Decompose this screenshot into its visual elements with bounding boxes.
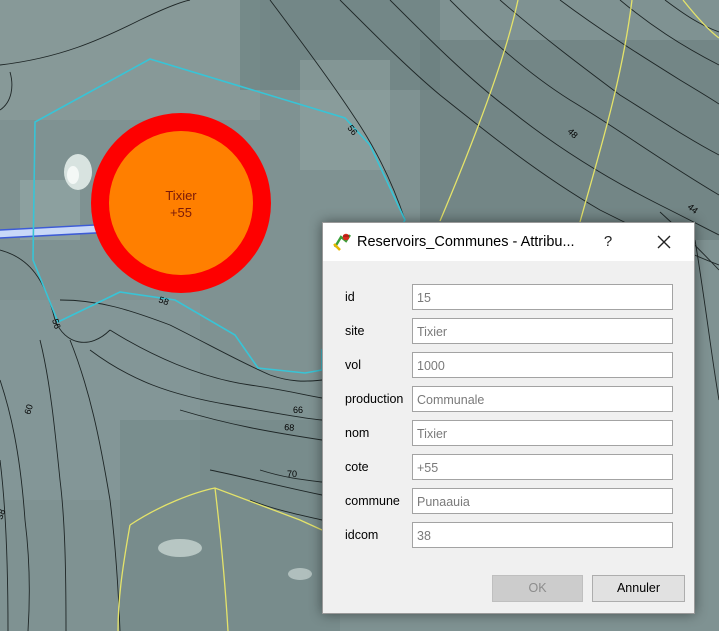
- field-row-cote: cote +55: [345, 454, 675, 482]
- contour-label: 68: [284, 422, 295, 433]
- field-label-id: id: [345, 290, 355, 304]
- field-row-vol: vol 1000: [345, 352, 675, 380]
- field-input-nom[interactable]: Tixier: [412, 420, 673, 446]
- dialog-titlebar[interactable]: Reservoirs_Communes - Attribu... ?: [323, 223, 694, 261]
- field-row-site: site Tixier: [345, 318, 675, 346]
- field-label-vol: vol: [345, 358, 361, 372]
- field-input-vol[interactable]: 1000: [412, 352, 673, 378]
- contour-label: 66: [293, 405, 303, 415]
- field-label-production: production: [345, 392, 404, 406]
- reservoir-name-label: Tixier: [165, 188, 197, 203]
- contour-label: 70: [287, 469, 297, 479]
- field-label-nom: nom: [345, 426, 370, 440]
- reservoir-cote-label: +55: [170, 205, 192, 220]
- cancel-button[interactable]: Annuler: [592, 575, 685, 602]
- attribute-dialog: Reservoirs_Communes - Attribu... ? id 15…: [322, 222, 695, 614]
- field-row-id: id 15: [345, 284, 675, 312]
- field-input-commune[interactable]: Punaauia: [412, 488, 673, 514]
- field-row-production: production Communale: [345, 386, 675, 414]
- field-row-commune: commune Punaauia: [345, 488, 675, 516]
- help-button[interactable]: ?: [599, 232, 617, 252]
- qgis-icon: [333, 233, 351, 251]
- field-label-cote: cote: [345, 460, 369, 474]
- field-row-idcom: idcom 38: [345, 522, 675, 550]
- field-input-cote[interactable]: +55: [412, 454, 673, 480]
- field-row-nom: nom Tixier: [345, 420, 675, 448]
- field-label-site: site: [345, 324, 365, 338]
- field-input-site[interactable]: Tixier: [412, 318, 673, 344]
- reservoir-marker[interactable]: Tixier +55: [91, 113, 271, 293]
- field-label-idcom: idcom: [345, 528, 379, 542]
- ok-button[interactable]: OK: [492, 575, 583, 602]
- field-input-production[interactable]: Communale: [412, 386, 673, 412]
- field-label-commune: commune: [345, 494, 400, 508]
- close-icon[interactable]: [653, 231, 675, 253]
- field-input-id[interactable]: 15: [412, 284, 673, 310]
- field-input-idcom[interactable]: 38: [412, 522, 673, 548]
- dialog-title: Reservoirs_Communes - Attribu...: [357, 234, 575, 250]
